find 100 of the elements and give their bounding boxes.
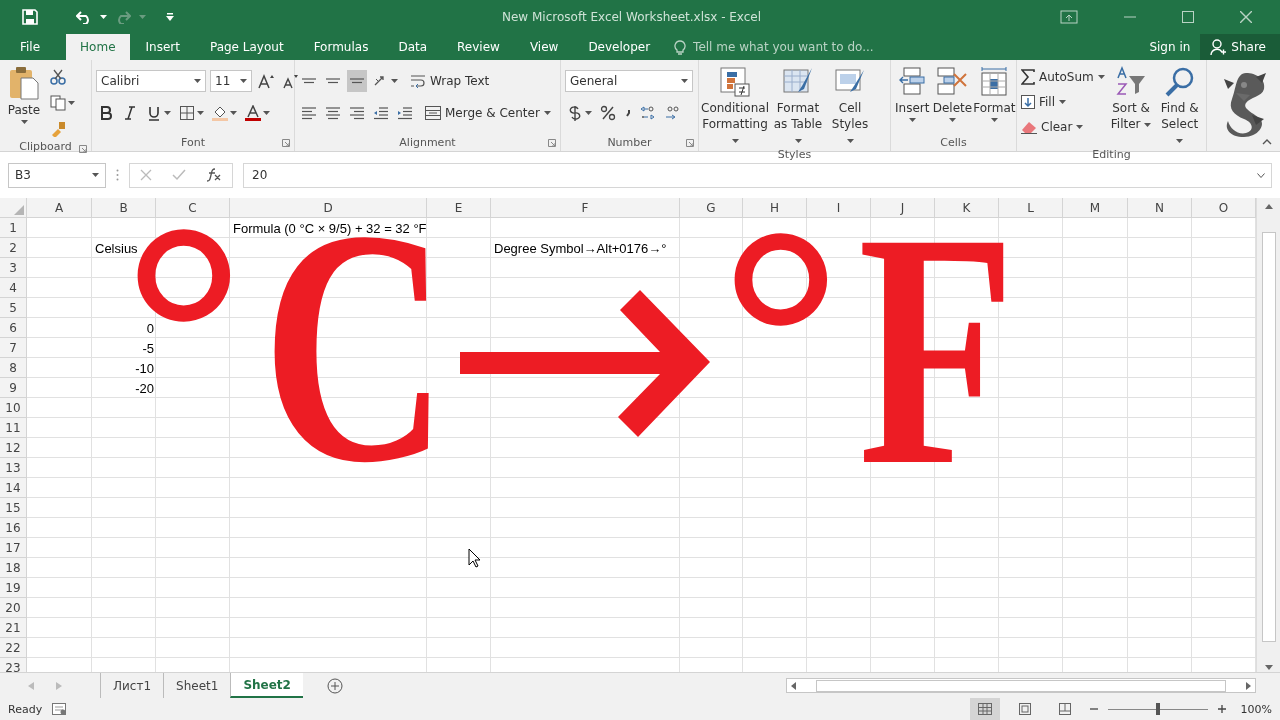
ribbon-tab[interactable]: Page Layout <box>195 34 298 60</box>
sheet-tab[interactable]: Sheet2 <box>230 673 303 698</box>
ribbon-button[interactable]: Cell Styles <box>829 62 871 148</box>
column-header[interactable]: A <box>27 198 92 218</box>
formula-input[interactable]: 20 <box>243 162 1272 188</box>
zoom-in-icon[interactable] <box>1218 705 1226 713</box>
paste-button[interactable]: Paste <box>4 62 44 124</box>
ribbon-tab[interactable]: Data <box>384 34 442 60</box>
row-header[interactable]: 10 <box>0 398 27 418</box>
row-header[interactable]: 1 <box>0 218 27 238</box>
view-button[interactable] <box>970 698 1000 720</box>
row-header[interactable]: 7 <box>0 338 27 358</box>
row-header[interactable]: 4 <box>0 278 27 298</box>
column-header[interactable]: N <box>1128 198 1192 218</box>
column-header[interactable]: J <box>871 198 935 218</box>
dialog-launcher-icon[interactable] <box>548 139 556 147</box>
column-header[interactable]: E <box>427 198 491 218</box>
row-header[interactable]: 18 <box>0 558 27 578</box>
add-sheet-icon[interactable] <box>326 677 343 694</box>
ribbon-tab[interactable]: File <box>0 34 61 60</box>
column-header[interactable]: B <box>92 198 156 218</box>
ribbon-button[interactable]: Format as Table <box>771 62 825 148</box>
column-header[interactable]: K <box>935 198 999 218</box>
column-header[interactable]: F <box>491 198 680 218</box>
sign-in-link[interactable]: Sign in <box>1139 34 1201 60</box>
column-header[interactable]: D <box>230 198 427 218</box>
ribbon-tab[interactable]: Home <box>66 34 130 60</box>
row-header[interactable]: 8 <box>0 358 27 378</box>
save-icon[interactable] <box>22 9 38 25</box>
page-layout-icon[interactable] <box>1019 703 1031 715</box>
row-header[interactable]: 22 <box>0 638 27 658</box>
ribbon-tab[interactable]: Insert <box>131 34 194 60</box>
zoom-out-icon[interactable] <box>1090 705 1098 713</box>
normal-view-icon[interactable] <box>978 703 992 715</box>
row-header[interactable]: 13 <box>0 458 27 478</box>
customize-icon[interactable] <box>166 13 174 21</box>
dialog-launcher-icon[interactable] <box>282 139 290 147</box>
row-header[interactable]: 12 <box>0 438 27 458</box>
column-header[interactable]: L <box>999 198 1063 218</box>
row-header[interactable]: 9 <box>0 378 27 398</box>
column-header[interactable]: O <box>1192 198 1256 218</box>
row-header[interactable]: 20 <box>0 598 27 618</box>
bottom-align-button[interactable] <box>347 70 367 92</box>
page-break-icon[interactable] <box>1059 703 1071 715</box>
fill-button[interactable]: Fill <box>1021 91 1105 112</box>
column-header[interactable]: G <box>680 198 743 218</box>
ribbon-button[interactable]: Insert <box>895 62 930 122</box>
row-header[interactable]: 21 <box>0 618 27 638</box>
share-button[interactable]: Share <box>1200 34 1280 60</box>
row-header[interactable]: 5 <box>0 298 27 318</box>
merge-center-button[interactable]: Merge & Center <box>425 102 551 124</box>
ribbon-tab[interactable]: Developer <box>574 34 665 60</box>
row-header[interactable]: 23 <box>0 658 27 672</box>
close-icon[interactable] <box>1240 11 1252 23</box>
find-select-button[interactable]: Find & Select <box>1157 62 1202 148</box>
ribbon-button[interactable]: Conditional Formatting <box>703 62 767 148</box>
column-header[interactable]: M <box>1063 198 1128 218</box>
zoom-level[interactable]: 100% <box>1236 702 1272 716</box>
ribbon-display-icon[interactable] <box>1060 10 1078 24</box>
number-format-dropdown[interactable]: General <box>565 70 693 92</box>
dialog-launcher-icon[interactable] <box>79 145 87 153</box>
expand-icon[interactable] <box>1257 172 1265 178</box>
zoom-slider-thumb[interactable] <box>1156 702 1160 715</box>
ribbon-tab[interactable]: Review <box>443 34 514 60</box>
row-header[interactable]: 6 <box>0 318 27 338</box>
sort-filter-button[interactable]: Sort & Filter <box>1108 62 1154 132</box>
undo-icon[interactable] <box>76 10 92 24</box>
row-header[interactable]: 15 <box>0 498 27 518</box>
copy-button[interactable] <box>48 92 77 114</box>
vertical-scrollbar[interactable] <box>1256 198 1280 672</box>
font-name-dropdown[interactable]: Calibri <box>96 70 206 92</box>
scroll-right-icon[interactable] <box>1246 681 1251 690</box>
macro-record-icon[interactable] <box>52 703 67 715</box>
scroll-down-icon[interactable] <box>1264 665 1273 670</box>
collapse-ribbon-icon[interactable] <box>1262 139 1272 145</box>
row-header[interactable]: 19 <box>0 578 27 598</box>
clear-button[interactable]: Clear <box>1021 116 1105 137</box>
horizontal-scrollbar[interactable] <box>786 678 1256 693</box>
search-field[interactable]: Tell me what you want to do... <box>674 34 892 60</box>
wrap-text-button[interactable]: Wrap Text <box>410 70 490 92</box>
column-header[interactable]: I <box>807 198 871 218</box>
ribbon-button[interactable]: Delete <box>933 62 972 122</box>
scroll-left-icon[interactable] <box>791 681 796 690</box>
column-header[interactable]: H <box>743 198 807 218</box>
row-header[interactable]: 17 <box>0 538 27 558</box>
row-header[interactable]: 3 <box>0 258 27 278</box>
font-color-button[interactable] <box>243 102 272 124</box>
font-size-dropdown[interactable]: 11 <box>210 70 252 92</box>
scroll-up-icon[interactable] <box>1264 204 1273 209</box>
row-header[interactable]: 16 <box>0 518 27 538</box>
maximize-icon[interactable] <box>1182 11 1194 23</box>
dialog-launcher-icon[interactable] <box>686 139 694 147</box>
name-box[interactable]: B3 <box>8 162 106 188</box>
row-header[interactable]: 14 <box>0 478 27 498</box>
function-icon[interactable] <box>206 168 222 182</box>
row-header[interactable]: 11 <box>0 418 27 438</box>
column-header[interactable]: C <box>156 198 230 218</box>
row-header[interactable]: 2 <box>0 238 27 258</box>
ribbon-button[interactable]: Format <box>975 62 1014 122</box>
ribbon-tab[interactable]: View <box>515 34 573 60</box>
